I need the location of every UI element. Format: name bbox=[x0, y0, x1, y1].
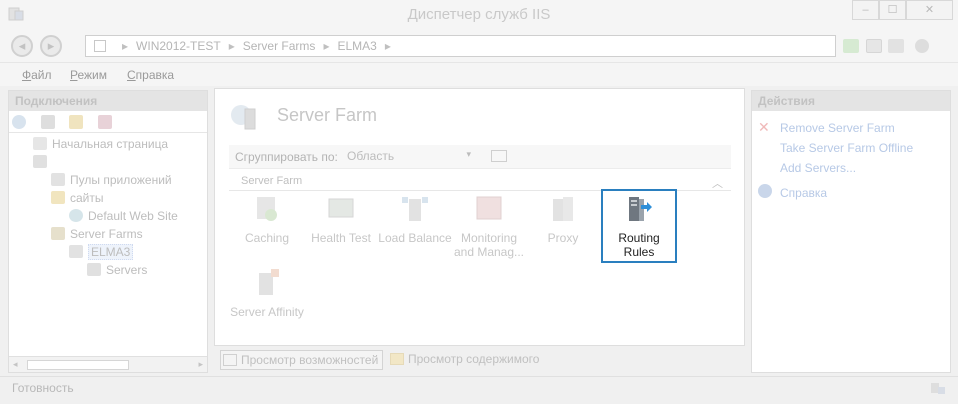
group-by-value: Область bbox=[347, 149, 395, 163]
scrollbar-thumb[interactable] bbox=[27, 360, 129, 370]
connect-icon[interactable] bbox=[12, 115, 26, 129]
group-by-select[interactable]: Область ▾ bbox=[347, 149, 471, 163]
window-title: Диспетчер служб IIS bbox=[407, 6, 551, 23]
menu-bar: Файл Режим Справка bbox=[0, 62, 958, 86]
monitoring-icon bbox=[476, 196, 502, 220]
feature-health-test[interactable]: Health Test bbox=[303, 193, 379, 245]
collapse-icon[interactable]: ︿ bbox=[712, 175, 723, 191]
breadcrumb-item[interactable]: Server Farms bbox=[243, 39, 316, 53]
breadcrumb-separator: ▸ bbox=[323, 39, 330, 53]
tree-item-sites[interactable]: сайты bbox=[51, 190, 104, 206]
feature-caching[interactable]: Caching bbox=[229, 193, 305, 245]
view-mode-icon[interactable] bbox=[491, 150, 507, 162]
actions-header: Действия bbox=[752, 91, 950, 111]
save-icon[interactable] bbox=[41, 115, 55, 129]
back-arrow-icon: ◂ bbox=[18, 38, 26, 53]
server-icon bbox=[33, 155, 47, 168]
breadcrumb-item[interactable]: ELMA3 bbox=[337, 39, 376, 53]
features-view-icon bbox=[223, 354, 237, 366]
group-by-bar: Сгруппировать по: Область ▾ bbox=[229, 145, 731, 169]
forward-arrow-icon: ▸ bbox=[47, 38, 55, 53]
tab-content-view[interactable]: Просмотр содержимого bbox=[390, 350, 539, 370]
stop-icon[interactable] bbox=[866, 39, 882, 53]
help-menu-icon[interactable] bbox=[915, 39, 929, 53]
connections-toolbar bbox=[9, 111, 207, 133]
feature-load-balance[interactable]: Load Balance bbox=[377, 193, 453, 245]
connections-panel: Подключения Начальная страница Пулы прил… bbox=[8, 90, 208, 373]
status-network-icon bbox=[931, 383, 945, 394]
scroll-left-icon[interactable]: ◂ bbox=[13, 359, 18, 370]
open-folder-icon[interactable] bbox=[69, 115, 83, 129]
horizontal-scrollbar[interactable]: ◂ ▸ bbox=[9, 356, 207, 372]
status-bar: Готовность bbox=[0, 376, 958, 398]
status-text: Готовность bbox=[12, 381, 74, 395]
close-button[interactable]: ✕ bbox=[906, 0, 953, 20]
breadcrumb-separator: ▸ bbox=[384, 39, 391, 53]
load-balance-icon bbox=[402, 197, 428, 221]
tree-item-servers[interactable]: Servers bbox=[87, 262, 147, 278]
menu-view[interactable]: Режим bbox=[70, 68, 107, 82]
server-farm-icon bbox=[51, 227, 65, 240]
health-test-icon bbox=[328, 198, 354, 218]
caching-icon bbox=[257, 197, 277, 221]
server-affinity-icon bbox=[259, 269, 279, 295]
group-by-label: Сгруппировать по: bbox=[235, 150, 338, 164]
address-computer-icon bbox=[94, 40, 106, 52]
page-title: Server Farm bbox=[277, 105, 378, 125]
chevron-down-icon: ▾ bbox=[466, 149, 471, 159]
minimize-button[interactable]: – bbox=[852, 0, 879, 20]
proxy-icon bbox=[553, 197, 573, 221]
address-bar[interactable]: ▸ WIN2012-TEST ▸ Server Farms ▸ ELMA3 ▸ bbox=[85, 35, 836, 57]
farm-node-icon bbox=[69, 245, 83, 258]
feature-view-panel: Server Farm Сгруппировать по: Область ▾ … bbox=[214, 88, 745, 346]
refresh-icon[interactable] bbox=[843, 39, 859, 53]
feature-routing-rules[interactable]: Routing Rules bbox=[601, 189, 677, 263]
scroll-right-icon[interactable]: ▸ bbox=[198, 359, 203, 370]
feature-monitoring[interactable]: Monitoring and Manag... bbox=[451, 193, 527, 259]
tree-item-elma3[interactable]: ELMA3 bbox=[69, 244, 134, 260]
server-farm-header-icon bbox=[231, 105, 256, 130]
action-help[interactable]: Справка bbox=[780, 186, 827, 200]
tab-features-view[interactable]: Просмотр возможностей bbox=[220, 350, 384, 370]
action-remove-server-farm[interactable]: Remove Server Farm bbox=[780, 121, 895, 135]
globe-icon bbox=[69, 209, 83, 222]
back-button[interactable]: ◂ bbox=[11, 35, 33, 57]
actions-panel: Действия ✕ Remove Server Farm Take Serve… bbox=[751, 90, 951, 373]
action-add-servers[interactable]: Add Servers... bbox=[780, 161, 856, 175]
maximize-button[interactable]: ☐ bbox=[879, 0, 906, 20]
title-bar: Диспетчер служб IIS – ☐ ✕ bbox=[0, 0, 958, 30]
action-take-offline[interactable]: Take Server Farm Offline bbox=[780, 141, 913, 155]
breadcrumb-separator: ▸ bbox=[122, 39, 129, 53]
breadcrumb-item[interactable]: WIN2012-TEST bbox=[136, 39, 221, 53]
menu-file[interactable]: Файл bbox=[22, 68, 52, 82]
home-nav-icon[interactable] bbox=[888, 39, 904, 53]
content-view-icon bbox=[390, 353, 404, 365]
feature-proxy[interactable]: Proxy bbox=[525, 193, 601, 245]
breadcrumb-separator: ▸ bbox=[228, 39, 235, 53]
home-icon bbox=[33, 137, 47, 150]
delete-icon: ✕ bbox=[758, 119, 770, 135]
tree-item-app-pools[interactable]: Пулы приложений bbox=[51, 172, 172, 188]
tree-item-default-web-site[interactable]: Default Web Site bbox=[69, 208, 178, 224]
connections-header: Подключения bbox=[9, 91, 207, 111]
app-pool-icon bbox=[51, 173, 65, 186]
disconnect-icon[interactable] bbox=[98, 115, 112, 129]
forward-button[interactable]: ▸ bbox=[40, 35, 62, 57]
feature-server-affinity[interactable]: Server Affinity bbox=[229, 267, 305, 319]
navigation-bar: ◂ ▸ ▸ WIN2012-TEST ▸ Server Farms ▸ ELMA3 ▸ bbox=[0, 30, 958, 62]
help-icon bbox=[758, 184, 772, 198]
tree-item-server[interactable] bbox=[33, 154, 52, 170]
tree-item-start-page[interactable]: Начальная страница bbox=[33, 136, 168, 152]
menu-help[interactable]: Справка bbox=[127, 68, 174, 82]
routing-rules-icon bbox=[629, 197, 652, 221]
tree-item-server-farms[interactable]: Server Farms bbox=[51, 226, 143, 242]
servers-icon bbox=[87, 263, 101, 276]
section-title: Server Farm bbox=[241, 175, 303, 187]
folder-icon bbox=[51, 191, 65, 204]
